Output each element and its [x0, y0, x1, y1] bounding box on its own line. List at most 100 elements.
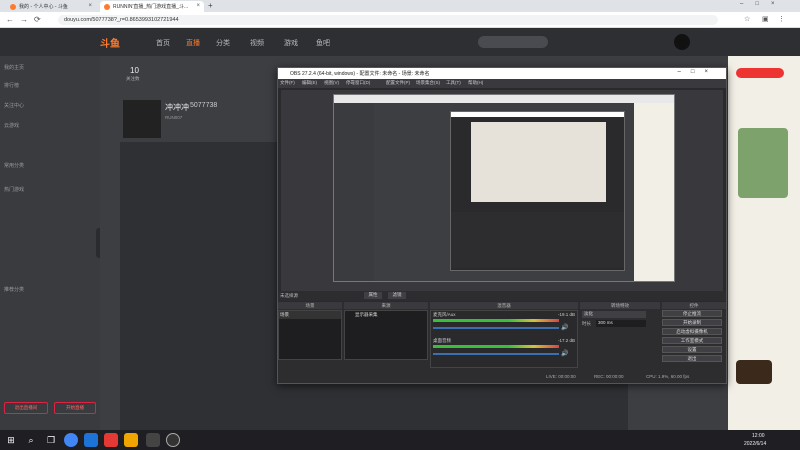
nested-browser-bar: [334, 95, 674, 103]
browser-tab-1[interactable]: 我的 - 个人中心 - 斗鱼 ×: [6, 1, 96, 12]
no-source-label: 未选择源: [280, 293, 298, 298]
search-input[interactable]: [478, 36, 548, 48]
sidebar-item-follow[interactable]: 关注中心: [4, 102, 24, 109]
extensions-icon[interactable]: ▣: [762, 15, 769, 23]
streamer-name: 冲冲冲: [165, 103, 189, 112]
douyu-logo[interactable]: 斗鱼: [100, 35, 120, 50]
mixer-track-2-slider[interactable]: [433, 353, 559, 355]
mixer-track-1-db: -19.1 dB: [557, 312, 575, 317]
sources-list[interactable]: 显示器采集: [344, 310, 428, 360]
obs-status-bar: LIVE: 00:00:00 REC: 00:00:00 CPU: 1.9%, …: [278, 371, 726, 383]
menu-icon[interactable]: ⋮: [778, 15, 785, 23]
start-live-button[interactable]: 开始直播: [54, 402, 96, 414]
clock-date: 2022/6/14: [744, 441, 767, 447]
sidebar-item-recommend[interactable]: 推荐分类: [4, 286, 24, 293]
sidebar-item-cloudgame[interactable]: 云游戏: [4, 122, 19, 129]
nav-live[interactable]: 直播: [186, 38, 200, 48]
menu-profile[interactable]: 配置文件(P): [386, 80, 410, 86]
search-icon[interactable]: ⌕: [24, 433, 38, 447]
forward-icon[interactable]: →: [20, 15, 28, 24]
clock-time: 12:00: [752, 433, 765, 439]
app-icon[interactable]: [104, 433, 118, 447]
app-icon[interactable]: [146, 433, 160, 447]
mixer-track-1-volume-icon[interactable]: 🔊: [561, 324, 568, 331]
avatar[interactable]: [674, 34, 690, 50]
left-sidebar: 我的主页 排行榜 关注中心 云游戏 常用分类 热门游戏 推荐分类 退出直播间 开…: [0, 56, 100, 430]
start-icon[interactable]: ⊞: [4, 433, 18, 447]
obs-taskbar-icon[interactable]: [166, 433, 180, 447]
obs-title-bar: OBS 27.2.4 (64-bit, windows) - 配置文件: 未命名…: [278, 68, 726, 79]
nested-sidebar: [334, 103, 374, 281]
transition-select[interactable]: 淡化: [582, 311, 646, 318]
scene-item[interactable]: 场景: [279, 311, 341, 319]
event-badge-image[interactable]: [736, 360, 772, 384]
promo-badge[interactable]: [736, 68, 784, 78]
sidebar-item-hot-games[interactable]: 热门游戏: [4, 186, 24, 193]
mixer-track-1-slider[interactable]: [433, 327, 559, 329]
duration-input[interactable]: 300 ms: [596, 320, 646, 327]
close-tab-icon[interactable]: ×: [196, 3, 200, 9]
mixer-track-2-meter: [433, 345, 559, 348]
back-icon[interactable]: ←: [6, 15, 14, 24]
reload-icon[interactable]: ⟳: [34, 15, 41, 24]
rec-timer: REC: 00:00:00: [594, 374, 624, 379]
obs-menu-bar: 文件(F) 编辑(E) 视图(V) 停靠窗口(D) 配置文件(P) 场景集合(S…: [278, 79, 726, 88]
url-input[interactable]: douyu.com/5077738?_r=0.8653993102721944: [58, 15, 718, 25]
obs-window[interactable]: OBS 27.2.4 (64-bit, windows) - 配置文件: 未命名…: [277, 67, 727, 384]
stop-streaming-button[interactable]: 停止推流: [662, 310, 722, 317]
source-toolbar: 未选择源 属性 滤镜: [278, 291, 726, 301]
exit-button[interactable]: 退出: [662, 355, 722, 362]
obs-title: OBS 27.2.4 (64-bit, windows) - 配置文件: 未命名…: [290, 71, 430, 77]
taskview-icon[interactable]: ❐: [44, 433, 58, 447]
obs-preview[interactable]: [281, 90, 723, 291]
mixer-track-2-db: -17.2 dB: [557, 338, 575, 343]
menu-view[interactable]: 视图(V): [324, 80, 339, 86]
address-bar-row: ← → ⟳ douyu.com/5077738?_r=0.86539931027…: [0, 12, 800, 28]
filters-button[interactable]: 滤镜: [388, 292, 406, 299]
mixer-track-2-volume-icon[interactable]: 🔊: [561, 350, 568, 357]
nav-yuba[interactable]: 鱼吧: [316, 38, 330, 48]
mixer-panel-title: 混音器: [430, 302, 578, 309]
menu-file[interactable]: 文件(F): [280, 80, 295, 86]
menu-tools[interactable]: 工具(T): [446, 80, 461, 86]
nav-category[interactable]: 分类: [216, 38, 230, 48]
browser-tab-2[interactable]: RUNNIN'直播_热门游戏直播_斗... ×: [100, 1, 204, 12]
menu-edit[interactable]: 编辑(E): [302, 80, 317, 86]
sidebar-item-rank[interactable]: 排行榜: [4, 82, 19, 89]
windows-taskbar: ⊞ ⌕ ❐ 12:00 2022/6/14: [0, 430, 800, 450]
nav-home[interactable]: 首页: [156, 38, 170, 48]
mixer-track-1-name: 麦克风/Aux: [433, 312, 456, 317]
streamer-avatar[interactable]: [123, 100, 161, 138]
browser-tab-bar: 我的 - 个人中心 - 斗鱼 × RUNNIN'直播_热门游戏直播_斗... ×…: [0, 0, 800, 12]
virtual-camera-button[interactable]: 启动虚拟摄像机: [662, 328, 722, 335]
nested-obs-preview: [471, 122, 606, 202]
nested-obs-panels: [451, 212, 624, 268]
nav-video[interactable]: 视频: [250, 38, 264, 48]
sidebar-item-home[interactable]: 我的主页: [4, 64, 24, 71]
menu-docks[interactable]: 停靠窗口(D): [346, 80, 370, 86]
chrome-icon[interactable]: [64, 433, 78, 447]
sidebar-item-common[interactable]: 常用分类: [4, 162, 24, 169]
window-controls[interactable]: –□×: [740, 1, 786, 7]
sources-panel-title: 来源: [344, 302, 428, 309]
recursive-capture-preview: [333, 94, 675, 282]
promo-card-image[interactable]: [738, 128, 788, 198]
obs-window-controls[interactable]: –□×: [678, 69, 718, 75]
properties-button[interactable]: 属性: [364, 292, 382, 299]
menu-help[interactable]: 帮助(H): [468, 80, 483, 86]
new-tab-icon[interactable]: +: [208, 1, 213, 10]
start-recording-button[interactable]: 开始录制: [662, 319, 722, 326]
douyu-header: 斗鱼 首页 直播 分类 视频 游戏 鱼吧: [0, 28, 800, 56]
scenes-list[interactable]: 场景: [278, 310, 342, 360]
nav-game[interactable]: 游戏: [284, 38, 298, 48]
settings-button[interactable]: 设置: [662, 346, 722, 353]
menu-scene-collection[interactable]: 场景集合(S): [416, 80, 440, 86]
studio-mode-button[interactable]: 工作室模式: [662, 337, 722, 344]
close-tab-icon[interactable]: ×: [88, 3, 92, 9]
app-icon[interactable]: [84, 433, 98, 447]
obs-docks: 场景 场景 来源 显示器采集 混音器 麦克风/Aux -19.1 dB 🔊 桌面…: [278, 302, 726, 371]
app-icon[interactable]: [124, 433, 138, 447]
source-item[interactable]: 显示器采集: [345, 311, 427, 319]
bookmark-icon[interactable]: ☆: [744, 15, 750, 23]
exit-room-button[interactable]: 退出直播间: [4, 402, 48, 414]
